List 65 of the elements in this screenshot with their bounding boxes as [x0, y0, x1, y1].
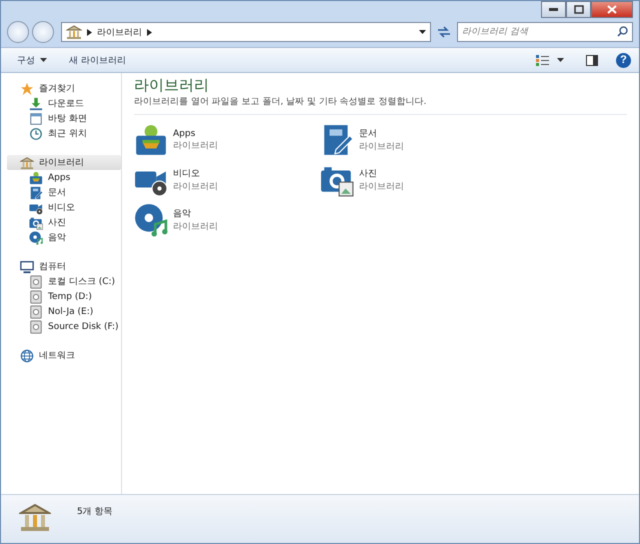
disc-music-icon — [29, 230, 43, 244]
maximize-icon — [574, 5, 584, 14]
disk-drive-icon — [29, 274, 43, 288]
nav-item[interactable]: Nol-Ja (E:) — [1, 304, 121, 319]
library-icon — [20, 156, 34, 170]
dropdown-arrow-icon[interactable] — [419, 30, 426, 34]
library-tile[interactable]: 사진 라이브러리 — [320, 163, 506, 197]
chevron-icon — [87, 28, 92, 36]
view-list-icon — [536, 54, 549, 66]
disk-drive-icon — [29, 290, 43, 304]
address-bar[interactable]: 라이브러리 — [61, 22, 431, 42]
monitor-icon — [20, 260, 34, 274]
breadcrumb[interactable]: 라이브러리 — [97, 26, 142, 38]
library-tile[interactable]: Apps 라이브러리 — [134, 123, 320, 157]
refresh-arrows-icon — [437, 26, 451, 38]
library-tile[interactable]: 문서 라이브러리 — [320, 123, 506, 157]
maximize-button[interactable] — [566, 1, 591, 18]
nav-item[interactable]: Apps — [1, 170, 121, 185]
minimize-button[interactable] — [541, 1, 566, 18]
disc-music-icon — [134, 203, 168, 237]
library-heading: 라이브러리 — [134, 75, 210, 95]
pane-icon — [586, 54, 598, 66]
back-button[interactable] — [7, 21, 29, 43]
close-icon — [607, 5, 617, 14]
nav-item[interactable]: 문서 — [1, 185, 121, 200]
library-description: 라이브러리를 열어 파일을 보고 폴더, 날짜 및 기타 속성별로 정렬합니다. — [134, 95, 627, 115]
camera-icon — [29, 216, 43, 230]
nav-item[interactable]: 비디오 — [1, 200, 121, 215]
chevron-icon — [147, 28, 152, 36]
item-count: 5개 항목 — [77, 506, 113, 518]
folder-icon — [134, 123, 168, 157]
star-icon — [20, 82, 34, 96]
disk-drive-icon — [29, 304, 43, 318]
nav-item[interactable]: 음악 — [1, 230, 121, 245]
toolbar-button[interactable]: 새 라이브러리 — [61, 52, 134, 68]
search-field[interactable]: 라이브러리 검색 — [457, 22, 633, 42]
clock-icon — [29, 126, 43, 140]
nav-group-item[interactable]: 라이브러리 — [7, 155, 121, 170]
nav-item[interactable]: 사진 — [1, 215, 121, 230]
notebook-icon — [29, 186, 43, 200]
download-icon — [29, 96, 43, 110]
disk-drive-icon — [29, 320, 43, 334]
help-button[interactable]: ? — [616, 52, 631, 68]
library-icon — [19, 501, 51, 533]
nav-item[interactable]: 최근 위치 — [1, 126, 121, 141]
close-button[interactable] — [591, 1, 633, 18]
nav-item[interactable]: 로컬 디스크 (C:) — [1, 274, 121, 289]
folder-icon — [29, 170, 43, 184]
search-icon — [617, 26, 628, 37]
nav-item[interactable]: Source Disk (F:) — [1, 319, 121, 334]
nav-item[interactable]: Temp (D:) — [1, 289, 121, 304]
nav-item[interactable]: 바탕 화면 — [1, 111, 121, 126]
nav-item[interactable]: 다운로드 — [1, 96, 121, 111]
nav-group-item[interactable]: 즐겨찾기 — [7, 81, 121, 96]
minimize-icon — [549, 8, 558, 11]
desktop-icon — [29, 112, 43, 126]
toolbar-button[interactable]: 구성 — [9, 52, 55, 68]
nav-group-item[interactable]: 네트워크 — [7, 348, 121, 363]
globe-icon — [20, 348, 34, 362]
forward-button[interactable] — [32, 21, 54, 43]
library-tile[interactable]: 음악 라이브러리 — [134, 203, 320, 237]
dropdown-arrow-icon — [557, 58, 564, 62]
nav-group-item[interactable]: 컴퓨터 — [7, 259, 121, 274]
library-tile[interactable]: 비디오 라이브러리 — [134, 163, 320, 197]
library-icon — [66, 24, 82, 40]
